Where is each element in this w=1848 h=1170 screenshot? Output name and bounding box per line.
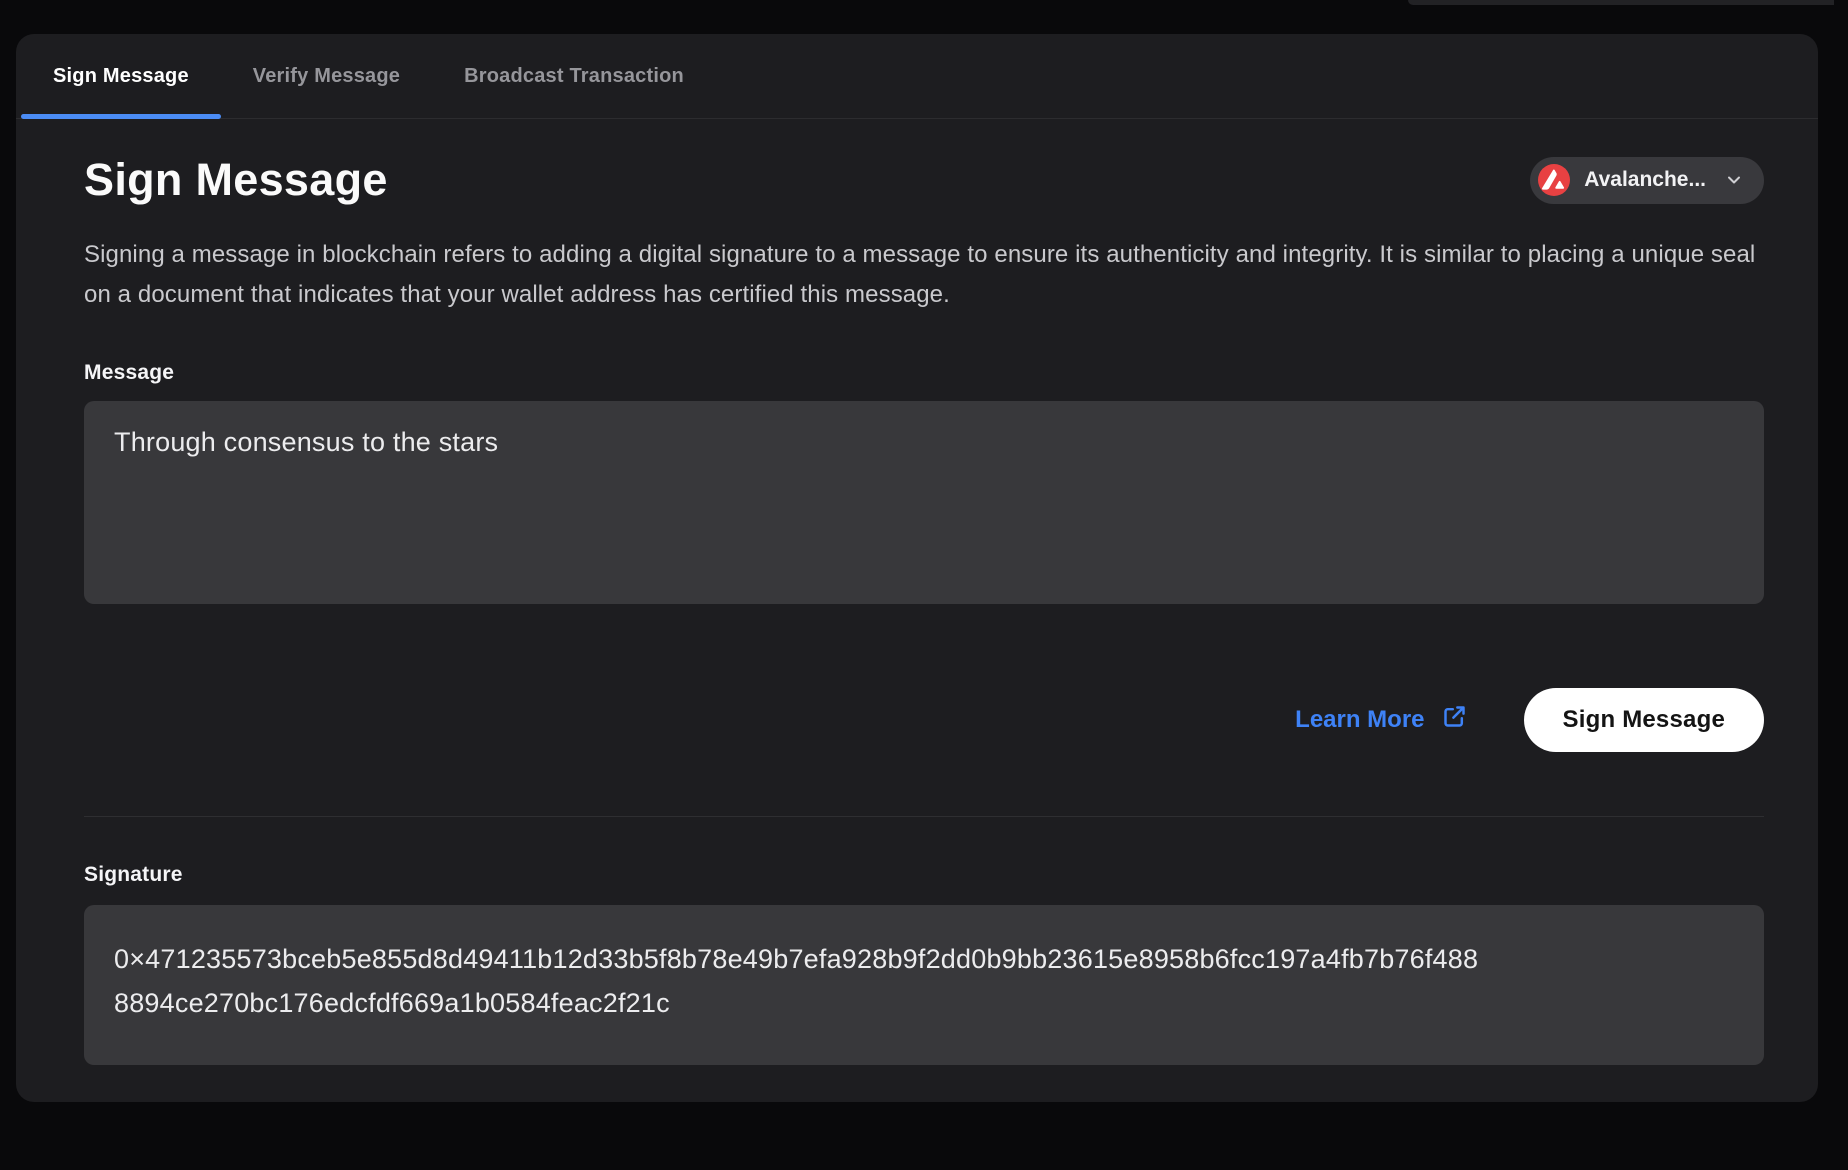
header-row: Sign Message Avalanche... — [84, 155, 1764, 205]
sign-message-card: Sign Message Verify Message Broadcast Tr… — [16, 34, 1818, 1102]
actions-row: Learn More Sign Message — [84, 688, 1764, 752]
tab-broadcast-transaction[interactable]: Broadcast Transaction — [432, 34, 716, 118]
external-link-icon — [1441, 703, 1468, 737]
signature-value: 0×471235573bceb5e855d8d49411b12d33b5f8b7… — [114, 937, 1486, 1025]
chevron-down-icon — [1720, 170, 1744, 190]
page-title: Sign Message — [84, 155, 388, 205]
card-content: Sign Message Avalanche... Sign — [16, 155, 1818, 1065]
section-divider — [84, 816, 1764, 817]
description-text: Signing a message in blockchain refers t… — [84, 235, 1764, 315]
tab-bar: Sign Message Verify Message Broadcast Tr… — [16, 34, 1818, 119]
network-selector[interactable]: Avalanche... — [1530, 157, 1764, 204]
message-input[interactable]: Through consensus to the stars — [84, 401, 1764, 604]
sign-message-button[interactable]: Sign Message — [1524, 688, 1764, 752]
learn-more-link[interactable]: Learn More — [1295, 703, 1467, 737]
signature-output[interactable]: 0×471235573bceb5e855d8d49411b12d33b5f8b7… — [84, 905, 1764, 1065]
tab-sign-message[interactable]: Sign Message — [21, 34, 221, 118]
tab-verify-message[interactable]: Verify Message — [221, 34, 432, 118]
network-label: Avalanche... — [1584, 168, 1706, 192]
signature-label: Signature — [84, 863, 1764, 887]
avalanche-logo-icon — [1538, 164, 1570, 196]
offscreen-panel-edge — [1408, 0, 1834, 5]
learn-more-label: Learn More — [1295, 706, 1424, 734]
message-label: Message — [84, 361, 1764, 385]
